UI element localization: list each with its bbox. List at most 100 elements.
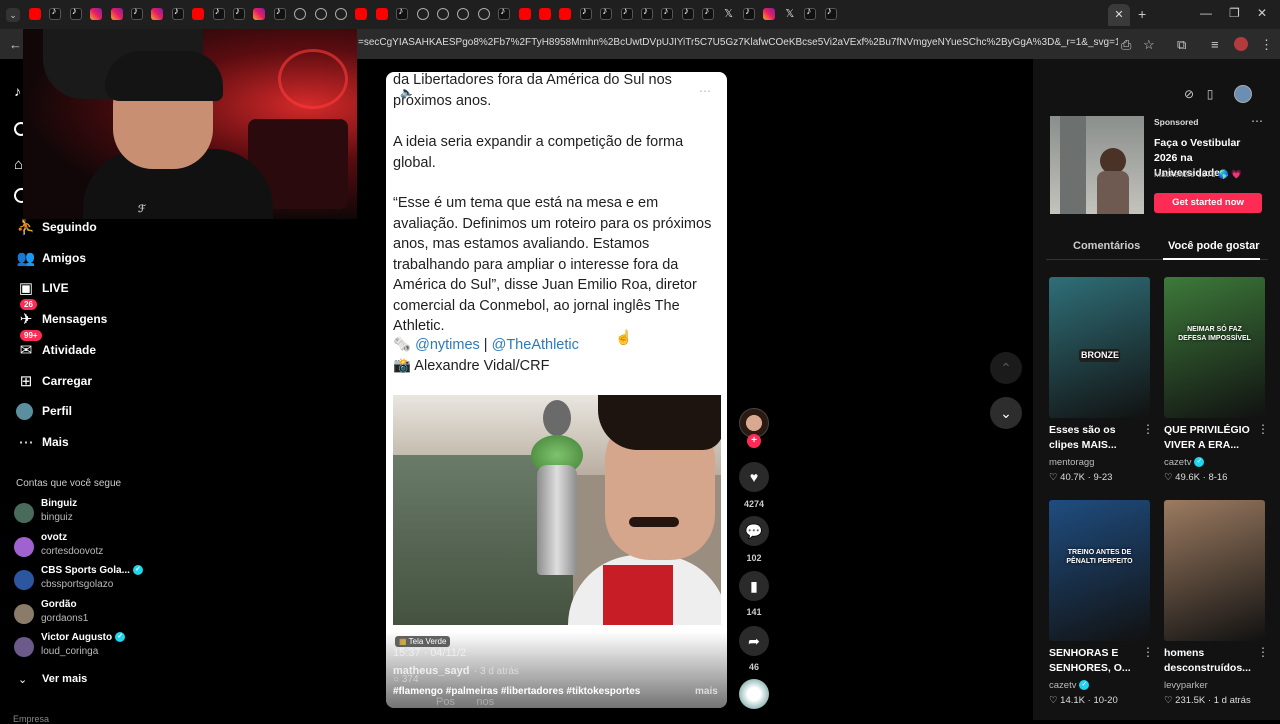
tab-favicon-tt[interactable] <box>69 6 82 20</box>
recommended-video-author[interactable]: levyparker <box>1164 680 1208 691</box>
tab-favicon-yt[interactable] <box>29 8 41 20</box>
footer-company-link[interactable]: Empresa <box>13 714 49 724</box>
maximize-icon[interactable]: ❐ <box>1229 6 1240 20</box>
back-icon[interactable]: ← <box>9 37 22 52</box>
tab-favicon-tt[interactable] <box>171 6 184 20</box>
media-controls-icon[interactable]: ≡ <box>1211 37 1219 52</box>
tab-favicon-tt[interactable] <box>804 6 817 20</box>
tab-favicon-ig[interactable] <box>110 8 123 20</box>
sidebar-item-amigos[interactable]: 👥 Amigos <box>16 245 86 271</box>
tab-favicon-yt[interactable] <box>539 8 551 20</box>
tab-favicon-tt[interactable] <box>743 6 755 20</box>
recommended-video-thumbnail[interactable] <box>1164 500 1265 641</box>
tiktok-logo[interactable]: ♪ <box>14 83 21 99</box>
tab-favicon-yt[interactable] <box>355 8 368 20</box>
video-more-icon[interactable]: ⋮ <box>1142 422 1154 436</box>
following-account[interactable]: CBS Sports Gola... ✓ cbssportsgolazo <box>14 565 164 595</box>
tab-favicon-gl[interactable] <box>314 8 327 20</box>
tab-favicon-yt[interactable] <box>518 8 531 20</box>
see-more-button[interactable]: ⌄ Ver mais <box>18 671 87 687</box>
sidebar-item-mensagens[interactable]: ✈ 26 Mensagens <box>16 299 107 332</box>
minimize-icon[interactable]: — <box>1200 6 1212 20</box>
tab-favicon-gl[interactable] <box>335 8 347 20</box>
tab-favicon-tt[interactable] <box>273 6 286 20</box>
recommended-video-title[interactable]: SENHORAS E SENHORES, O... <box>1049 646 1139 676</box>
tab-favicon-tt[interactable] <box>212 6 225 20</box>
tab-favicon-tt[interactable] <box>579 6 592 20</box>
ad-image[interactable] <box>1050 116 1144 214</box>
following-account[interactable]: Gordão gordaons1 <box>14 599 164 629</box>
tab-favicon-gl[interactable] <box>457 8 470 20</box>
like-button[interactable]: ♥ <box>739 462 769 492</box>
tab-favicon-yt[interactable] <box>559 8 572 20</box>
tab-favicon-ig[interactable] <box>253 8 266 20</box>
tab-favicon-x[interactable] <box>784 8 796 20</box>
tab-favicon-tt[interactable] <box>396 6 409 20</box>
tab-favicon-gl[interactable] <box>477 8 490 20</box>
install-app-icon[interactable]: ⎙ <box>1121 37 1131 53</box>
following-account[interactable]: Binguiz binguiz <box>14 498 164 528</box>
save-button[interactable]: ▮ <box>739 571 769 601</box>
video-player[interactable]: da Libertadores fora da América do Sul n… <box>386 72 727 708</box>
caption-more-button[interactable]: mais <box>695 686 718 697</box>
tab-list-dropdown-icon[interactable]: ⌄ <box>6 8 20 22</box>
tab-favicon-x[interactable] <box>723 8 735 20</box>
tab-comments[interactable]: Comentários <box>1073 240 1140 252</box>
recommended-video-author[interactable]: mentoragg <box>1049 457 1094 468</box>
following-account[interactable]: Victor Augusto ✓ loud_coringa <box>14 632 164 662</box>
video-more-icon[interactable]: ⋯ <box>699 84 711 98</box>
tab-favicon-ig[interactable] <box>763 8 776 20</box>
tab-you-may-like[interactable]: Você pode gostar <box>1168 240 1259 252</box>
user-avatar[interactable] <box>1234 85 1252 103</box>
previous-video-button[interactable]: ⌃ <box>990 352 1022 384</box>
tab-favicon-tt[interactable] <box>131 6 143 20</box>
home-icon[interactable]: ⌂ <box>14 156 23 173</box>
tab-favicon-yt[interactable] <box>375 8 388 20</box>
next-video-button[interactable]: ⌄ <box>990 397 1022 429</box>
tab-favicon-tt[interactable] <box>681 6 694 20</box>
music-disc[interactable] <box>739 679 769 709</box>
sidebar-item-perfil[interactable]: Perfil <box>16 398 72 424</box>
recommended-video-thumbnail[interactable]: NEIMAR SÓ FAZ DEFESA IMPOSSÍVEL <box>1164 277 1265 418</box>
profile-avatar[interactable] <box>1234 37 1248 51</box>
chrome-menu-icon[interactable]: ⋮ <box>1260 37 1273 53</box>
video-more-icon[interactable]: ⋮ <box>1257 422 1269 436</box>
tab-favicon-gl[interactable] <box>437 8 449 20</box>
recommended-video-thumbnail[interactable]: TREINO ANTES DE PÊNALTI PERFEITO <box>1049 500 1150 641</box>
recommended-video-title[interactable]: Esses são os clipes MAIS... <box>1049 423 1139 453</box>
ad-cta-button[interactable]: Get started now <box>1154 193 1262 213</box>
tab-favicon-ig[interactable] <box>90 8 103 20</box>
close-window-icon[interactable]: ✕ <box>1257 6 1267 20</box>
recommended-video-thumbnail[interactable]: BRONZE <box>1049 277 1150 418</box>
sidebar-item-atividade[interactable]: ✉ 99+ Atividade <box>16 329 96 363</box>
tab-favicon-tt[interactable] <box>702 6 715 20</box>
comment-button[interactable]: 💬 <box>739 516 769 546</box>
tab-favicon-tt[interactable] <box>620 6 633 20</box>
following-account[interactable]: ovotz cortesdoovotz <box>14 532 164 562</box>
tab-favicon-tt[interactable] <box>600 6 613 20</box>
tab-favicon-tt[interactable] <box>824 6 837 20</box>
tab-favicon-tt[interactable] <box>641 6 653 20</box>
ad-more-icon[interactable]: ⋯ <box>1251 114 1263 128</box>
tab-favicon-tt[interactable] <box>498 6 511 20</box>
tab-favicon-yt[interactable] <box>192 8 205 20</box>
recommended-video-title[interactable]: homens desconstruídos... <box>1164 646 1254 676</box>
device-icon[interactable]: ▯ <box>1202 87 1218 103</box>
recommended-video-author[interactable]: cazetv ✓ <box>1164 457 1205 468</box>
sidebar-item-live[interactable]: ▣ LIVE <box>16 275 69 301</box>
source-link-nytimes[interactable]: @nytimes <box>415 337 480 353</box>
active-tab[interactable]: ✕ <box>1108 4 1130 26</box>
recommended-video-author[interactable]: cazetv ✓ <box>1049 680 1090 691</box>
effect-tag[interactable]: ▦ Tela Verde <box>395 636 451 647</box>
url-field[interactable]: =secCgYIASAHKAESPgo8%2Fb7%2FTyH8958Mmhn%… <box>358 37 1118 48</box>
sidebar-item-mais[interactable]: ⋯ Mais <box>16 429 69 455</box>
tab-favicon-ig[interactable] <box>151 8 164 20</box>
extensions-icon[interactable]: ⧉ <box>1177 37 1186 53</box>
tab-favicon-tt[interactable] <box>661 6 674 20</box>
video-hashtags[interactable]: #flamengo #palmeiras #libertadores #tikt… <box>393 686 640 697</box>
recommended-video-title[interactable]: QUE PRIVILÉGIO VIVER A ERA... <box>1164 423 1254 453</box>
share-button[interactable]: ➦ <box>739 626 769 656</box>
tab-favicon-gl[interactable] <box>294 8 307 20</box>
tab-favicon-gl[interactable] <box>416 8 429 20</box>
tab-favicon-tt[interactable] <box>233 6 245 20</box>
